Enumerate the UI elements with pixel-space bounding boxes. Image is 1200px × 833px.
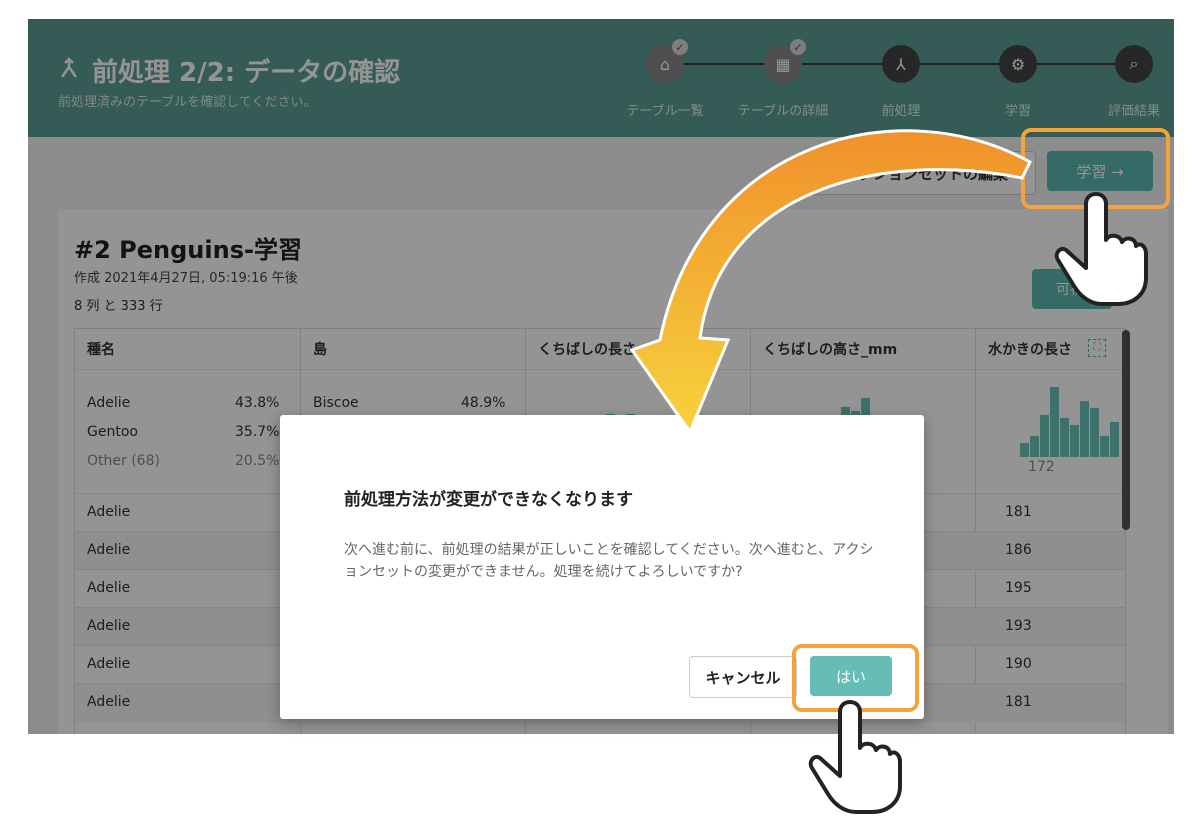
- pointing-hand-icon: [808, 700, 902, 814]
- pointing-hand-icon: [1054, 192, 1148, 306]
- curved-arrow: [629, 129, 1032, 436]
